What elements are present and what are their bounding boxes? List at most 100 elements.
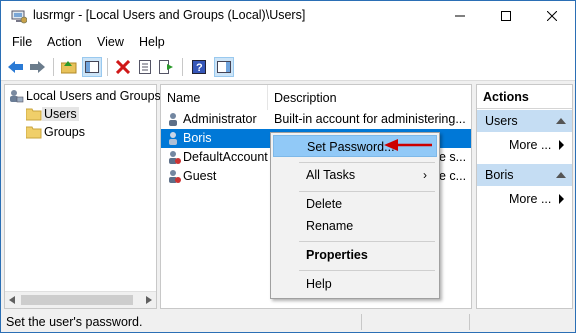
close-icon [547, 11, 557, 21]
status-bar: Set the user's password. [1, 312, 575, 332]
export-list-button[interactable] [157, 57, 177, 77]
row-description: e s... [439, 150, 467, 164]
chevron-right-icon: › [423, 168, 427, 182]
menu-bar: File Action View Help [1, 31, 575, 53]
user-icon [169, 170, 181, 183]
show-hide-action-pane-button[interactable] [214, 57, 234, 77]
row-name: DefaultAccount [183, 150, 268, 164]
console-tree-icon [85, 61, 99, 73]
row-name: Boris [183, 131, 212, 145]
actions-more-label: More ... [509, 138, 552, 152]
menu-help[interactable]: Help [139, 35, 165, 49]
action-pane-icon [217, 61, 231, 73]
help-button[interactable]: ? [189, 57, 209, 77]
menu-item-properties[interactable]: Properties [273, 244, 437, 266]
users-groups-icon [10, 89, 24, 102]
tree-item-users-label: Users [42, 106, 79, 121]
column-header-name[interactable]: Name [161, 85, 268, 110]
maximize-button[interactable] [483, 1, 529, 31]
tree-item-users[interactable]: Users [26, 105, 79, 122]
menu-view[interactable]: View [97, 35, 124, 49]
scroll-left-icon[interactable] [9, 296, 15, 304]
show-hide-console-tree-button[interactable] [82, 57, 102, 77]
menu-item-label: Delete [306, 197, 343, 211]
red-pointer-arrow-icon [384, 139, 432, 151]
export-list-icon [159, 60, 173, 74]
close-button[interactable] [529, 1, 575, 31]
delete-x-icon [116, 60, 130, 74]
tree-horizontal-scrollbar[interactable] [5, 291, 156, 308]
submenu-arrow-icon [559, 140, 564, 150]
menu-separator [299, 270, 435, 271]
toolbar-separator [53, 58, 54, 76]
user-icon [169, 113, 177, 126]
menu-separator [299, 191, 435, 192]
back-arrow-icon [8, 61, 23, 73]
forward-arrow-icon [30, 61, 45, 73]
row-description: e c... [439, 169, 467, 183]
status-text: Set the user's password. [6, 315, 143, 329]
up-one-level-button[interactable] [59, 57, 79, 77]
computer-management-icon [11, 10, 27, 24]
tree-root-local-users-and-groups[interactable]: Local Users and Groups [8, 87, 163, 104]
actions-section-boris[interactable]: Boris [477, 164, 572, 186]
tree-item-groups-label: Groups [44, 124, 85, 139]
menu-item-label: Help [306, 277, 332, 291]
column-header-description[interactable]: Description [268, 85, 471, 110]
menu-item-rename[interactable]: Rename [273, 215, 437, 237]
menu-item-all-tasks[interactable]: All Tasks › [273, 164, 437, 186]
list-row-administrator[interactable]: Administrator Built-in account for admin… [161, 110, 471, 129]
actions-section-label: Users [485, 114, 518, 128]
tree-root-label: Local Users and Groups [26, 88, 161, 103]
minimize-button[interactable] [437, 1, 483, 31]
menu-item-label: Properties [306, 248, 368, 262]
menu-action[interactable]: Action [47, 35, 82, 49]
user-icon [169, 132, 177, 145]
properties-button[interactable] [135, 57, 155, 77]
help-book-icon: ? [192, 60, 206, 74]
folder-up-icon [61, 61, 77, 74]
actions-pane: Actions Users More ... Boris More ... [476, 84, 573, 309]
menu-file[interactable]: File [12, 35, 32, 49]
actions-more-boris[interactable]: More ... [477, 189, 572, 209]
submenu-arrow-icon [559, 194, 564, 204]
status-divider [361, 314, 362, 330]
toolbar-separator [107, 58, 108, 76]
menu-item-help[interactable]: Help [273, 273, 437, 295]
maximize-icon [501, 11, 511, 21]
user-icon [169, 151, 181, 164]
scroll-right-icon[interactable] [146, 296, 152, 304]
svg-text:?: ? [196, 62, 203, 74]
collapse-arrow-icon[interactable] [556, 118, 566, 124]
status-divider [469, 314, 470, 330]
folder-icon [26, 108, 42, 120]
forward-button[interactable] [28, 57, 48, 77]
delete-button[interactable] [113, 57, 133, 77]
tree-item-groups[interactable]: Groups [26, 123, 87, 140]
actions-section-users[interactable]: Users [477, 110, 572, 132]
menu-item-label: Set Password... [307, 140, 395, 154]
collapse-arrow-icon[interactable] [556, 172, 566, 178]
toolbar: ? [1, 53, 575, 81]
back-button[interactable] [6, 57, 26, 77]
mmc-window: lusrmgr - [Local Users and Groups (Local… [0, 0, 576, 333]
context-menu: Set Password... All Tasks › Delete Renam… [270, 132, 440, 299]
tree-scroll-thumb[interactable] [21, 295, 133, 305]
row-description: Built-in account for administering... [274, 112, 466, 126]
title-bar[interactable]: lusrmgr - [Local Users and Groups (Local… [1, 1, 575, 31]
actions-title: Actions [477, 85, 572, 109]
folder-icon [26, 126, 42, 138]
minimize-icon [455, 15, 465, 17]
menu-separator [299, 241, 435, 242]
actions-section-label: Boris [485, 168, 514, 182]
window-title: lusrmgr - [Local Users and Groups (Local… [33, 8, 306, 22]
toolbar-separator [182, 58, 183, 76]
actions-more-label: More ... [509, 192, 552, 206]
actions-more-users[interactable]: More ... [477, 135, 572, 155]
menu-separator [299, 162, 435, 163]
menu-item-delete[interactable]: Delete [273, 193, 437, 215]
properties-sheet-icon [139, 60, 151, 74]
console-tree: Local Users and Groups Users Groups [4, 84, 161, 309]
menu-item-label: All Tasks [306, 168, 356, 182]
row-name: Administrator [183, 112, 257, 126]
